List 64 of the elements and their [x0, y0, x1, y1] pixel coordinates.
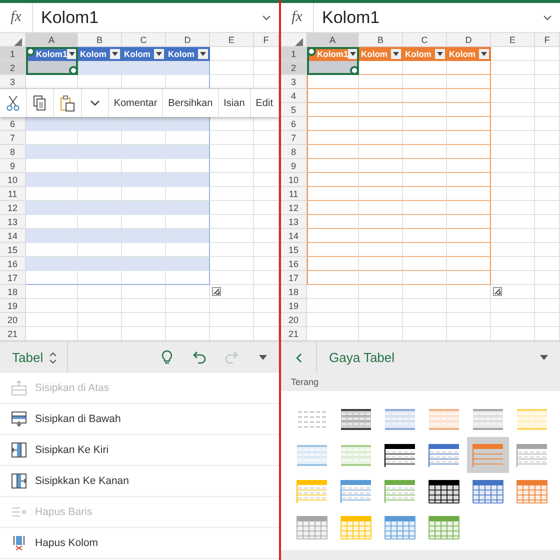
column-header[interactable]: E	[491, 33, 535, 47]
row-header[interactable]: 16	[281, 257, 307, 271]
table-header-cell: Kolom	[359, 47, 403, 61]
table-header-cell: Kolom	[403, 47, 447, 61]
row-header[interactable]: 17	[0, 271, 26, 285]
row-header[interactable]: 19	[0, 299, 26, 313]
row-header[interactable]: 4	[281, 89, 307, 103]
row-header[interactable]: 14	[0, 229, 26, 243]
table-header-cell: Kolom	[122, 47, 166, 61]
row-header[interactable]: 1	[281, 47, 307, 61]
row-header[interactable]: 12	[281, 201, 307, 215]
column-header[interactable]: F	[254, 33, 279, 47]
row-header[interactable]: 18	[0, 285, 26, 299]
row-header[interactable]: 8	[281, 145, 307, 159]
row-header[interactable]: 18	[281, 285, 307, 299]
section-label: Terang	[281, 373, 560, 391]
row-header[interactable]: 2	[281, 61, 307, 75]
row-header[interactable]: 10	[281, 173, 307, 187]
function-label[interactable]: fx	[0, 3, 33, 32]
row-header[interactable]: 13	[281, 215, 307, 229]
formula-value: Kolom1	[40, 8, 100, 28]
row-header[interactable]: 6	[0, 117, 26, 131]
row-header[interactable]: 13	[0, 215, 26, 229]
panel-title: Gaya Tabel	[328, 350, 396, 365]
table-header-cell: Kolom	[166, 47, 210, 61]
column-header[interactable]: B	[78, 33, 122, 47]
row-header[interactable]: 16	[0, 257, 26, 271]
function-label[interactable]: fx	[281, 3, 314, 32]
row-header[interactable]: 12	[0, 201, 26, 215]
column-header[interactable]: D	[447, 33, 491, 47]
row-header[interactable]: 11	[281, 187, 307, 201]
column-header[interactable]: C	[122, 33, 166, 47]
row-header[interactable]: 15	[281, 243, 307, 257]
row-header[interactable]: 3	[0, 75, 26, 89]
row-header[interactable]: 8	[0, 145, 26, 159]
column-header[interactable]: A	[26, 33, 78, 47]
column-header[interactable]: C	[403, 33, 447, 47]
row-header[interactable]: 5	[281, 103, 307, 117]
table-header-cell: Kolom	[78, 47, 122, 61]
table-header-cell: Kolom	[447, 47, 491, 61]
row-header[interactable]: 10	[0, 173, 26, 187]
row-header[interactable]: 20	[0, 313, 26, 327]
row-header[interactable]: 9	[0, 159, 26, 173]
row-header[interactable]: 17	[281, 271, 307, 285]
row-header[interactable]: 2	[0, 61, 26, 75]
row-header[interactable]: 1	[0, 47, 26, 61]
row-header[interactable]: 15	[0, 243, 26, 257]
row-header[interactable]: 20	[281, 313, 307, 327]
column-header[interactable]: F	[535, 33, 560, 47]
column-header[interactable]: D	[166, 33, 210, 47]
row-header[interactable]: 9	[281, 159, 307, 173]
column-header[interactable]: B	[359, 33, 403, 47]
row-header[interactable]: 11	[0, 187, 26, 201]
row-header[interactable]: 21	[281, 327, 307, 341]
row-header[interactable]: 14	[281, 229, 307, 243]
column-header[interactable]: A	[307, 33, 359, 47]
row-header[interactable]: 7	[281, 131, 307, 145]
column-header[interactable]: E	[210, 33, 254, 47]
row-header[interactable]: 3	[281, 75, 307, 89]
row-header[interactable]: 6	[281, 117, 307, 131]
row-header[interactable]: 19	[281, 299, 307, 313]
formula-value: Kolom1	[321, 8, 381, 28]
row-header[interactable]: 7	[0, 131, 26, 145]
row-header[interactable]: 21	[0, 327, 26, 341]
